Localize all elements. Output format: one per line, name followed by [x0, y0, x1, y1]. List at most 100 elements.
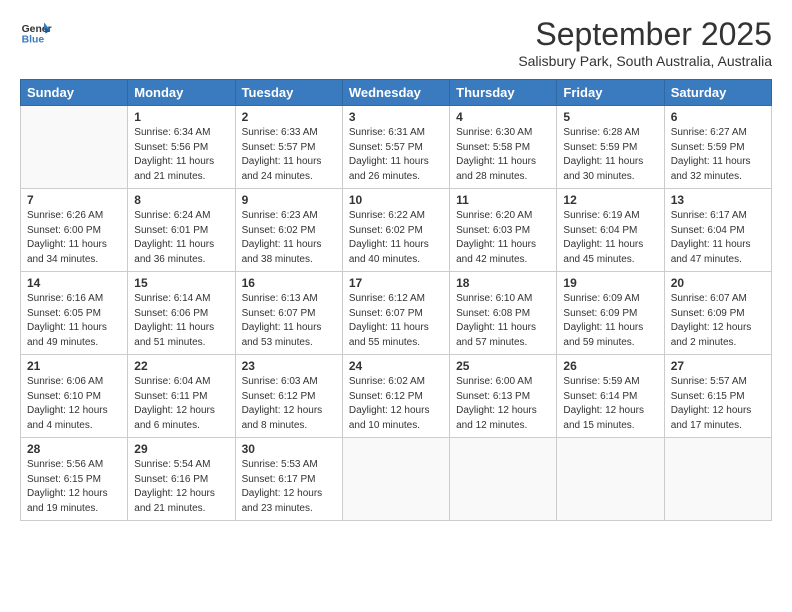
calendar-cell [450, 438, 557, 521]
day-number: 6 [671, 110, 765, 124]
day-info: Sunrise: 6:06 AM Sunset: 6:10 PM Dayligh… [27, 375, 121, 433]
day-info: Sunrise: 6:30 AM Sunset: 5:58 PM Dayligh… [456, 126, 550, 184]
calendar-cell: 21 Sunrise: 6:06 AM Sunset: 6:10 PM Dayli… [21, 355, 128, 438]
column-header-thursday: Thursday [450, 80, 557, 106]
calendar-cell: 27 Sunrise: 5:57 AM Sunset: 6:15 PM Dayli… [664, 355, 771, 438]
day-number: 9 [242, 193, 336, 207]
calendar-cell: 25Sunrise: 6:00 AM Sunset: 6:13 PM Dayli… [450, 355, 557, 438]
calendar-cell: 11 Sunrise: 6:20 AM Sunset: 6:03 PM Dayli… [450, 189, 557, 272]
day-number: 30 [242, 442, 336, 456]
calendar-cell: 22 Sunrise: 6:04 AM Sunset: 6:11 PM Dayli… [128, 355, 235, 438]
day-info: Sunrise: 6:14 AM Sunset: 6:06 PM Dayligh… [134, 292, 228, 350]
day-info: Sunrise: 5:56 AM Sunset: 6:15 PM Dayligh… [27, 458, 121, 516]
calendar-week-row: 7 Sunrise: 6:26 AM Sunset: 6:00 PM Daylig… [21, 189, 772, 272]
day-number: 13 [671, 193, 765, 207]
calendar-cell: 14 Sunrise: 6:16 AM Sunset: 6:05 PM Dayli… [21, 272, 128, 355]
day-number: 27 [671, 359, 765, 373]
day-number: 18 [456, 276, 550, 290]
day-info: Sunrise: 6:19 AM Sunset: 6:04 PM Dayligh… [563, 209, 657, 267]
calendar-cell: 6 Sunrise: 6:27 AM Sunset: 5:59 PM Daylig… [664, 106, 771, 189]
calendar-cell: 17 Sunrise: 6:12 AM Sunset: 6:07 PM Dayli… [342, 272, 449, 355]
calendar-week-row: 28 Sunrise: 5:56 AM Sunset: 6:15 PM Dayli… [21, 438, 772, 521]
calendar-cell: 15 Sunrise: 6:14 AM Sunset: 6:06 PM Dayli… [128, 272, 235, 355]
calendar-cell: 30 Sunrise: 5:53 AM Sunset: 6:17 PM Dayli… [235, 438, 342, 521]
day-number: 22 [134, 359, 228, 373]
calendar-cell [21, 106, 128, 189]
day-number: 2 [242, 110, 336, 124]
day-number: 28 [27, 442, 121, 456]
day-info: Sunrise: 6:27 AM Sunset: 5:59 PM Dayligh… [671, 126, 765, 184]
day-number: 12 [563, 193, 657, 207]
day-info: Sunrise: 6:10 AM Sunset: 6:08 PM Dayligh… [456, 292, 550, 350]
day-number: 8 [134, 193, 228, 207]
day-number: 11 [456, 193, 550, 207]
calendar-cell: 9Sunrise: 6:23 AM Sunset: 6:02 PM Daylig… [235, 189, 342, 272]
day-info: Sunrise: 6:31 AM Sunset: 5:57 PM Dayligh… [349, 126, 443, 184]
day-info: Sunrise: 6:33 AM Sunset: 5:57 PM Dayligh… [242, 126, 336, 184]
column-header-tuesday: Tuesday [235, 80, 342, 106]
calendar-cell: 29Sunrise: 5:54 AM Sunset: 6:16 PM Dayli… [128, 438, 235, 521]
day-info: Sunrise: 6:20 AM Sunset: 6:03 PM Dayligh… [456, 209, 550, 267]
calendar-week-row: 1Sunrise: 6:34 AM Sunset: 5:56 PM Daylig… [21, 106, 772, 189]
day-number: 7 [27, 193, 121, 207]
calendar-cell: 8Sunrise: 6:24 AM Sunset: 6:01 PM Daylig… [128, 189, 235, 272]
calendar-cell: 23 Sunrise: 6:03 AM Sunset: 6:12 PM Dayli… [235, 355, 342, 438]
calendar-cell: 5 Sunrise: 6:28 AM Sunset: 5:59 PM Daylig… [557, 106, 664, 189]
calendar-cell [664, 438, 771, 521]
day-info: Sunrise: 6:16 AM Sunset: 6:05 PM Dayligh… [27, 292, 121, 350]
day-number: 17 [349, 276, 443, 290]
day-number: 3 [349, 110, 443, 124]
day-info: Sunrise: 6:26 AM Sunset: 6:00 PM Dayligh… [27, 209, 121, 267]
day-number: 21 [27, 359, 121, 373]
calendar-cell: 2 Sunrise: 6:33 AM Sunset: 5:57 PM Daylig… [235, 106, 342, 189]
day-number: 5 [563, 110, 657, 124]
calendar-cell: 18 Sunrise: 6:10 AM Sunset: 6:08 PM Dayli… [450, 272, 557, 355]
calendar-cell: 19 Sunrise: 6:09 AM Sunset: 6:09 PM Dayli… [557, 272, 664, 355]
logo: General Blue [20, 16, 52, 48]
calendar-cell: 28 Sunrise: 5:56 AM Sunset: 6:15 PM Dayli… [21, 438, 128, 521]
day-number: 23 [242, 359, 336, 373]
day-info: Sunrise: 5:54 AM Sunset: 6:16 PM Dayligh… [134, 458, 228, 516]
day-info: Sunrise: 5:53 AM Sunset: 6:17 PM Dayligh… [242, 458, 336, 516]
calendar-cell: 16Sunrise: 6:13 AM Sunset: 6:07 PM Dayli… [235, 272, 342, 355]
day-info: Sunrise: 5:57 AM Sunset: 6:15 PM Dayligh… [671, 375, 765, 433]
calendar-cell: 3 Sunrise: 6:31 AM Sunset: 5:57 PM Daylig… [342, 106, 449, 189]
svg-text:Blue: Blue [22, 34, 45, 45]
day-info: Sunrise: 6:28 AM Sunset: 5:59 PM Dayligh… [563, 126, 657, 184]
day-info: Sunrise: 6:22 AM Sunset: 6:02 PM Dayligh… [349, 209, 443, 267]
column-header-wednesday: Wednesday [342, 80, 449, 106]
calendar-week-row: 14 Sunrise: 6:16 AM Sunset: 6:05 PM Dayli… [21, 272, 772, 355]
day-number: 26 [563, 359, 657, 373]
day-info: Sunrise: 6:12 AM Sunset: 6:07 PM Dayligh… [349, 292, 443, 350]
day-info: Sunrise: 6:07 AM Sunset: 6:09 PM Dayligh… [671, 292, 765, 350]
calendar-cell: 20 Sunrise: 6:07 AM Sunset: 6:09 PM Dayli… [664, 272, 771, 355]
day-number: 15 [134, 276, 228, 290]
page-header: General Blue September 2025 Salisbury Pa… [20, 16, 772, 69]
calendar-cell: 12 Sunrise: 6:19 AM Sunset: 6:04 PM Dayli… [557, 189, 664, 272]
calendar-cell: 26 Sunrise: 5:59 AM Sunset: 6:14 PM Dayli… [557, 355, 664, 438]
day-number: 14 [27, 276, 121, 290]
day-number: 19 [563, 276, 657, 290]
day-number: 16 [242, 276, 336, 290]
day-number: 24 [349, 359, 443, 373]
title-area: September 2025 Salisbury Park, South Aus… [518, 16, 772, 69]
month-title: September 2025 [518, 16, 772, 53]
location-subtitle: Salisbury Park, South Australia, Austral… [518, 53, 772, 69]
day-number: 20 [671, 276, 765, 290]
day-info: Sunrise: 6:03 AM Sunset: 6:12 PM Dayligh… [242, 375, 336, 433]
calendar-cell: 4 Sunrise: 6:30 AM Sunset: 5:58 PM Daylig… [450, 106, 557, 189]
calendar-table: SundayMondayTuesdayWednesdayThursdayFrid… [20, 79, 772, 521]
day-number: 4 [456, 110, 550, 124]
calendar-week-row: 21 Sunrise: 6:06 AM Sunset: 6:10 PM Dayli… [21, 355, 772, 438]
calendar-cell: 24 Sunrise: 6:02 AM Sunset: 6:12 PM Dayli… [342, 355, 449, 438]
logo-icon: General Blue [20, 16, 52, 48]
column-header-monday: Monday [128, 80, 235, 106]
calendar-cell: 1Sunrise: 6:34 AM Sunset: 5:56 PM Daylig… [128, 106, 235, 189]
calendar-cell: 10Sunrise: 6:22 AM Sunset: 6:02 PM Dayli… [342, 189, 449, 272]
day-info: Sunrise: 6:02 AM Sunset: 6:12 PM Dayligh… [349, 375, 443, 433]
calendar-header-row: SundayMondayTuesdayWednesdayThursdayFrid… [21, 80, 772, 106]
column-header-sunday: Sunday [21, 80, 128, 106]
day-info: Sunrise: 5:59 AM Sunset: 6:14 PM Dayligh… [563, 375, 657, 433]
day-info: Sunrise: 6:04 AM Sunset: 6:11 PM Dayligh… [134, 375, 228, 433]
day-info: Sunrise: 6:09 AM Sunset: 6:09 PM Dayligh… [563, 292, 657, 350]
